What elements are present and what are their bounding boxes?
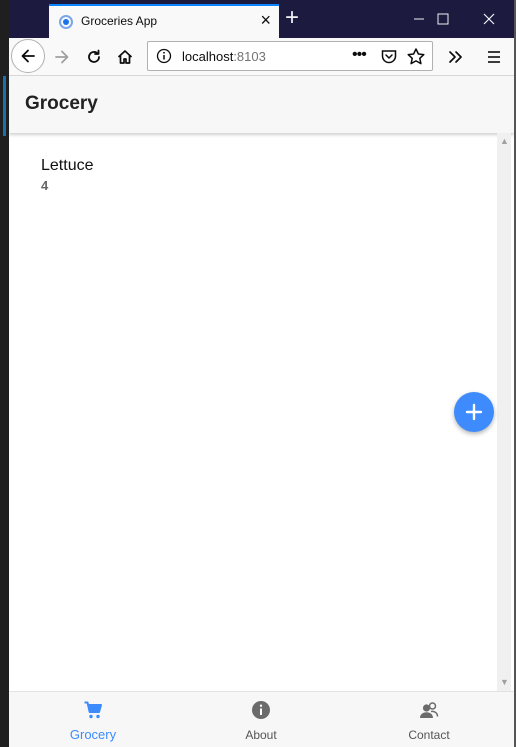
tab-contact[interactable]: Contact [345, 692, 513, 747]
item-quantity: 4 [41, 178, 49, 193]
home-icon [117, 50, 133, 64]
background-window-edge [0, 0, 9, 747]
site-info-icon[interactable] [156, 48, 172, 64]
hamburger-menu-icon[interactable] [481, 44, 507, 70]
back-arrow-icon [21, 49, 35, 63]
grocery-list: Lettuce 4 [9, 133, 497, 691]
close-tab-button[interactable]: × [260, 11, 271, 29]
browser-window: Groceries App × + localhost:8103 ••• Gro… [9, 0, 514, 747]
scroll-up-icon[interactable]: ▲ [500, 136, 509, 146]
info-icon [252, 701, 270, 719]
reload-button[interactable] [79, 42, 109, 72]
contact-icon [420, 702, 439, 718]
bottom-navigation: Grocery About Contact [9, 691, 514, 747]
pocket-icon[interactable] [380, 48, 398, 66]
tab-bar: Groceries App × + [9, 0, 514, 38]
page-title: Grocery [25, 93, 98, 114]
scrollbar[interactable]: ▲ ▼ [497, 133, 511, 691]
background-window-accent [3, 76, 6, 136]
reload-icon [88, 49, 100, 63]
tab-groceries-app[interactable]: Groceries App × [49, 4, 279, 38]
new-tab-button[interactable]: + [279, 6, 305, 32]
app-viewport: Grocery Lettuce 4 ▲ ▼ Grocery About Cont… [9, 77, 514, 747]
tab-title: Groceries App [81, 14, 158, 28]
url-text: localhost:8103 [182, 49, 266, 64]
forward-button[interactable] [47, 42, 77, 72]
tab-about[interactable]: About [177, 692, 345, 747]
page-actions-icon[interactable]: ••• [352, 46, 370, 66]
app-header: Grocery [9, 77, 514, 133]
forward-arrow-icon [55, 50, 69, 64]
plus-icon [465, 403, 483, 421]
overflow-chevron-icon[interactable] [445, 44, 467, 70]
tab-grocery[interactable]: Grocery [9, 692, 177, 747]
favicon-icon [59, 15, 73, 29]
url-host: localhost [182, 49, 234, 64]
url-port: :8103 [233, 49, 266, 64]
tab-label-contact: Contact [408, 728, 450, 742]
close-window-icon[interactable] [466, 0, 512, 38]
item-name: Lettuce [41, 157, 94, 174]
tab-label-about: About [245, 728, 277, 742]
navigation-toolbar: localhost:8103 ••• [9, 38, 514, 76]
back-button[interactable] [11, 39, 45, 73]
maximize-icon[interactable] [420, 0, 466, 38]
list-item[interactable]: Lettuce 4 [41, 157, 93, 193]
cart-icon [84, 701, 102, 719]
tab-label-grocery: Grocery [69, 727, 117, 742]
bookmark-star-icon[interactable] [406, 47, 426, 67]
scroll-down-icon[interactable]: ▼ [500, 677, 509, 687]
add-item-button[interactable] [454, 392, 494, 432]
url-bar[interactable]: localhost:8103 ••• [147, 41, 433, 71]
home-button[interactable] [110, 42, 140, 72]
